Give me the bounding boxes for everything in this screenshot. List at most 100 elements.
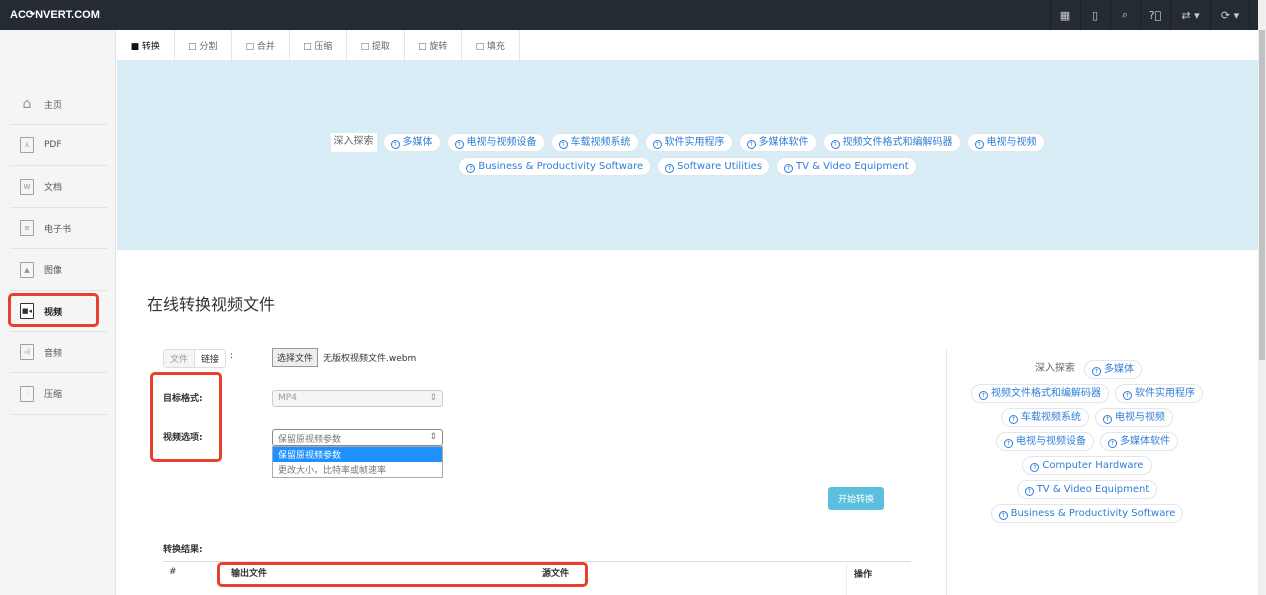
results-label: 转换结果: bbox=[163, 545, 203, 555]
circle-arrow-icon: ↑ bbox=[1004, 439, 1013, 448]
word-file-icon: W bbox=[20, 178, 34, 195]
topic-tag[interactable]: ↑ TV & Video Equipment bbox=[1016, 480, 1158, 499]
sidebar-item-label: 电子书 bbox=[44, 224, 72, 235]
sidebar-item-7[interactable]: ⫶ 压缩 bbox=[10, 374, 108, 415]
video-options-value: 保留原视频参数 bbox=[278, 435, 342, 445]
choose-file-button[interactable]: 选择文件 bbox=[272, 348, 319, 367]
topic-tag-label: 车载视频系统 bbox=[1021, 412, 1081, 423]
sidebar-item-label: 音频 bbox=[44, 348, 63, 359]
archive-file-icon: ⫶ bbox=[20, 385, 34, 402]
topic-tag-label: 电视与视频 bbox=[986, 137, 1037, 148]
tab-5[interactable]: □ 旋转 bbox=[404, 30, 462, 60]
option-keep-original[interactable]: 保留原视频参数 bbox=[273, 447, 442, 462]
topic-tag-label: 电视与视频 bbox=[1115, 412, 1165, 423]
tab-3[interactable]: □ 压缩 bbox=[289, 30, 347, 60]
tab-0[interactable]: ■ 转换 bbox=[117, 30, 175, 60]
topic-tag[interactable]: ↑ 电视与视频设备 bbox=[446, 133, 545, 152]
select-arrows-icon: ⇕ bbox=[429, 432, 437, 442]
circle-arrow-icon: ↑ bbox=[665, 164, 675, 173]
topic-tag-label: 软件实用程序 bbox=[664, 137, 725, 148]
sidebar-item-label: 图像 bbox=[44, 266, 63, 277]
circle-arrow-icon: ↑ bbox=[830, 140, 840, 149]
circle-arrow-icon: ↑ bbox=[974, 140, 984, 149]
tab-2[interactable]: □ 合并 bbox=[232, 30, 290, 60]
tablet-icon[interactable]: ▯ bbox=[1080, 0, 1109, 30]
tab-1[interactable]: □ 分割 bbox=[174, 30, 232, 60]
topic-tag[interactable]: ↑ 电视与视频 bbox=[1095, 408, 1173, 427]
topic-tag-label: 多媒体软件 bbox=[1120, 436, 1170, 447]
circle-arrow-icon: ↑ bbox=[1024, 487, 1034, 496]
option-change-size[interactable]: 更改大小，比特率或帧速率 bbox=[273, 462, 442, 477]
sidebar-item-label: 主页 bbox=[44, 100, 63, 111]
topic-tag[interactable]: ↑ TV & Video Equipment bbox=[776, 157, 917, 176]
topic-tag[interactable]: ↑ 多媒体 bbox=[382, 133, 441, 152]
sidebar-item-label: 压缩 bbox=[44, 390, 63, 401]
circle-arrow-icon: ↑ bbox=[1030, 463, 1040, 472]
grid-icon[interactable]: ▦ bbox=[1050, 0, 1079, 30]
source-tabs: 文件 链接 bbox=[163, 349, 227, 368]
tab-link[interactable]: 链接 bbox=[194, 350, 225, 367]
sidebar-item-6[interactable]: ◃) 音频 bbox=[10, 332, 108, 374]
topic-tag-label: Computer Hardware bbox=[1042, 460, 1144, 471]
pdf-file-icon: ⅄ bbox=[20, 137, 34, 154]
home-icon: ⌂ bbox=[22, 96, 32, 112]
video-options-dropdown: 保留原视频参数 更改大小，比特率或帧速率 bbox=[272, 446, 443, 478]
topic-tag[interactable]: ↑ 软件实用程序 bbox=[1115, 384, 1203, 403]
help-icon[interactable]: ?⃝ bbox=[1140, 0, 1169, 30]
topic-tag[interactable]: ↑ 车载视频系统 bbox=[550, 133, 639, 152]
tab-file[interactable]: 文件 bbox=[164, 350, 195, 367]
explore-label: 深入探索 bbox=[330, 133, 377, 152]
search-icon[interactable]: ⌕ bbox=[1110, 0, 1139, 30]
topic-tag[interactable]: ↑ Business & Productivity Software bbox=[458, 157, 652, 176]
table-header-actions: 操作 bbox=[854, 570, 873, 580]
topic-tag-label: Business & Productivity Software bbox=[1010, 508, 1176, 519]
topic-tag-label: 视频文件格式和编解码器 bbox=[991, 388, 1101, 399]
sidebar-item-2[interactable]: W 文档 bbox=[10, 167, 108, 208]
circle-arrow-icon: ↑ bbox=[466, 164, 476, 173]
tool-tabs: ■ 转换 □ 分割 □ 合并 □ 压缩 □ 提取 □ 旋转 □ 填充 bbox=[117, 30, 520, 60]
topic-tag[interactable]: ↑ 多媒体软件 bbox=[1100, 432, 1178, 451]
page-title: 在线转换视频文件 bbox=[147, 295, 276, 314]
logo[interactable]: AC⟳NVERT.COM bbox=[10, 8, 100, 21]
topic-tag-label: Software Utilities bbox=[677, 161, 763, 172]
sidebar-item-4[interactable]: ▲ 图像 bbox=[10, 250, 108, 291]
file-name: 无版权视频文件.webm bbox=[323, 354, 417, 364]
highlight-box bbox=[8, 293, 99, 327]
circle-arrow-icon: ↑ bbox=[652, 140, 662, 149]
highlight-box bbox=[150, 372, 222, 462]
top-navbar: AC⟳NVERT.COM ▦ ▯ ⌕ ?⃝ ⇄ ▾ ⟳ ▾ bbox=[0, 0, 1258, 30]
scrollbar-thumb[interactable] bbox=[1259, 30, 1265, 360]
circle-arrow-icon: ↑ bbox=[784, 164, 794, 173]
topic-tag-label: 多媒体 bbox=[402, 137, 433, 148]
topic-tag[interactable]: ↑ Business & Productivity Software bbox=[990, 504, 1184, 523]
topic-tag-label: TV & Video Equipment bbox=[1036, 484, 1150, 495]
topic-tag[interactable]: ↑ 电视与视频 bbox=[966, 133, 1045, 152]
ebook-file-icon: ≡ bbox=[20, 220, 34, 237]
tab-4[interactable]: □ 提取 bbox=[347, 30, 405, 60]
sidebar-item-1[interactable]: ⅄ PDF bbox=[10, 125, 108, 167]
topic-tag[interactable]: ↑ 多媒体 bbox=[1084, 360, 1142, 379]
topic-tag[interactable]: ↑ Software Utilities bbox=[657, 157, 771, 176]
topic-tag[interactable]: ↑ Computer Hardware bbox=[1022, 456, 1152, 475]
topic-tag-label: TV & Video Equipment bbox=[796, 161, 909, 172]
language-icon[interactable]: ⇄ ▾ bbox=[1170, 0, 1210, 30]
topic-tag[interactable]: ↑ 电视与视频设备 bbox=[996, 432, 1094, 451]
target-format-select[interactable]: MP4 ⇕ bbox=[272, 390, 443, 407]
tab-6[interactable]: □ 填充 bbox=[462, 30, 520, 60]
video-options-select[interactable]: 保留原视频参数 ⇕ bbox=[272, 429, 443, 446]
circle-arrow-icon: ↑ bbox=[1108, 439, 1117, 448]
circle-arrow-icon: ↑ bbox=[1103, 415, 1112, 424]
circle-arrow-icon: ↑ bbox=[998, 511, 1008, 520]
sidebar-item-3[interactable]: ≡ 电子书 bbox=[10, 208, 108, 250]
topic-tag[interactable]: ↑ 软件实用程序 bbox=[644, 133, 733, 152]
circle-arrow-icon: ↑ bbox=[1123, 391, 1132, 400]
sidebar-item-0[interactable]: ⌂ 主页 bbox=[10, 84, 108, 125]
start-convert-button[interactable]: 开始转换 bbox=[828, 487, 884, 510]
topic-tag[interactable]: ↑ 视频文件格式和编解码器 bbox=[822, 133, 961, 152]
topic-tag-label: 电视与视频设备 bbox=[1016, 436, 1086, 447]
refresh-icon[interactable]: ⟳ ▾ bbox=[1210, 0, 1250, 30]
topic-tag[interactable]: ↑ 多媒体软件 bbox=[738, 133, 817, 152]
circle-arrow-icon: ↑ bbox=[1092, 367, 1101, 376]
topic-tag[interactable]: ↑ 视频文件格式和编解码器 bbox=[971, 384, 1109, 403]
topic-tag[interactable]: ↑ 车载视频系统 bbox=[1001, 408, 1089, 427]
